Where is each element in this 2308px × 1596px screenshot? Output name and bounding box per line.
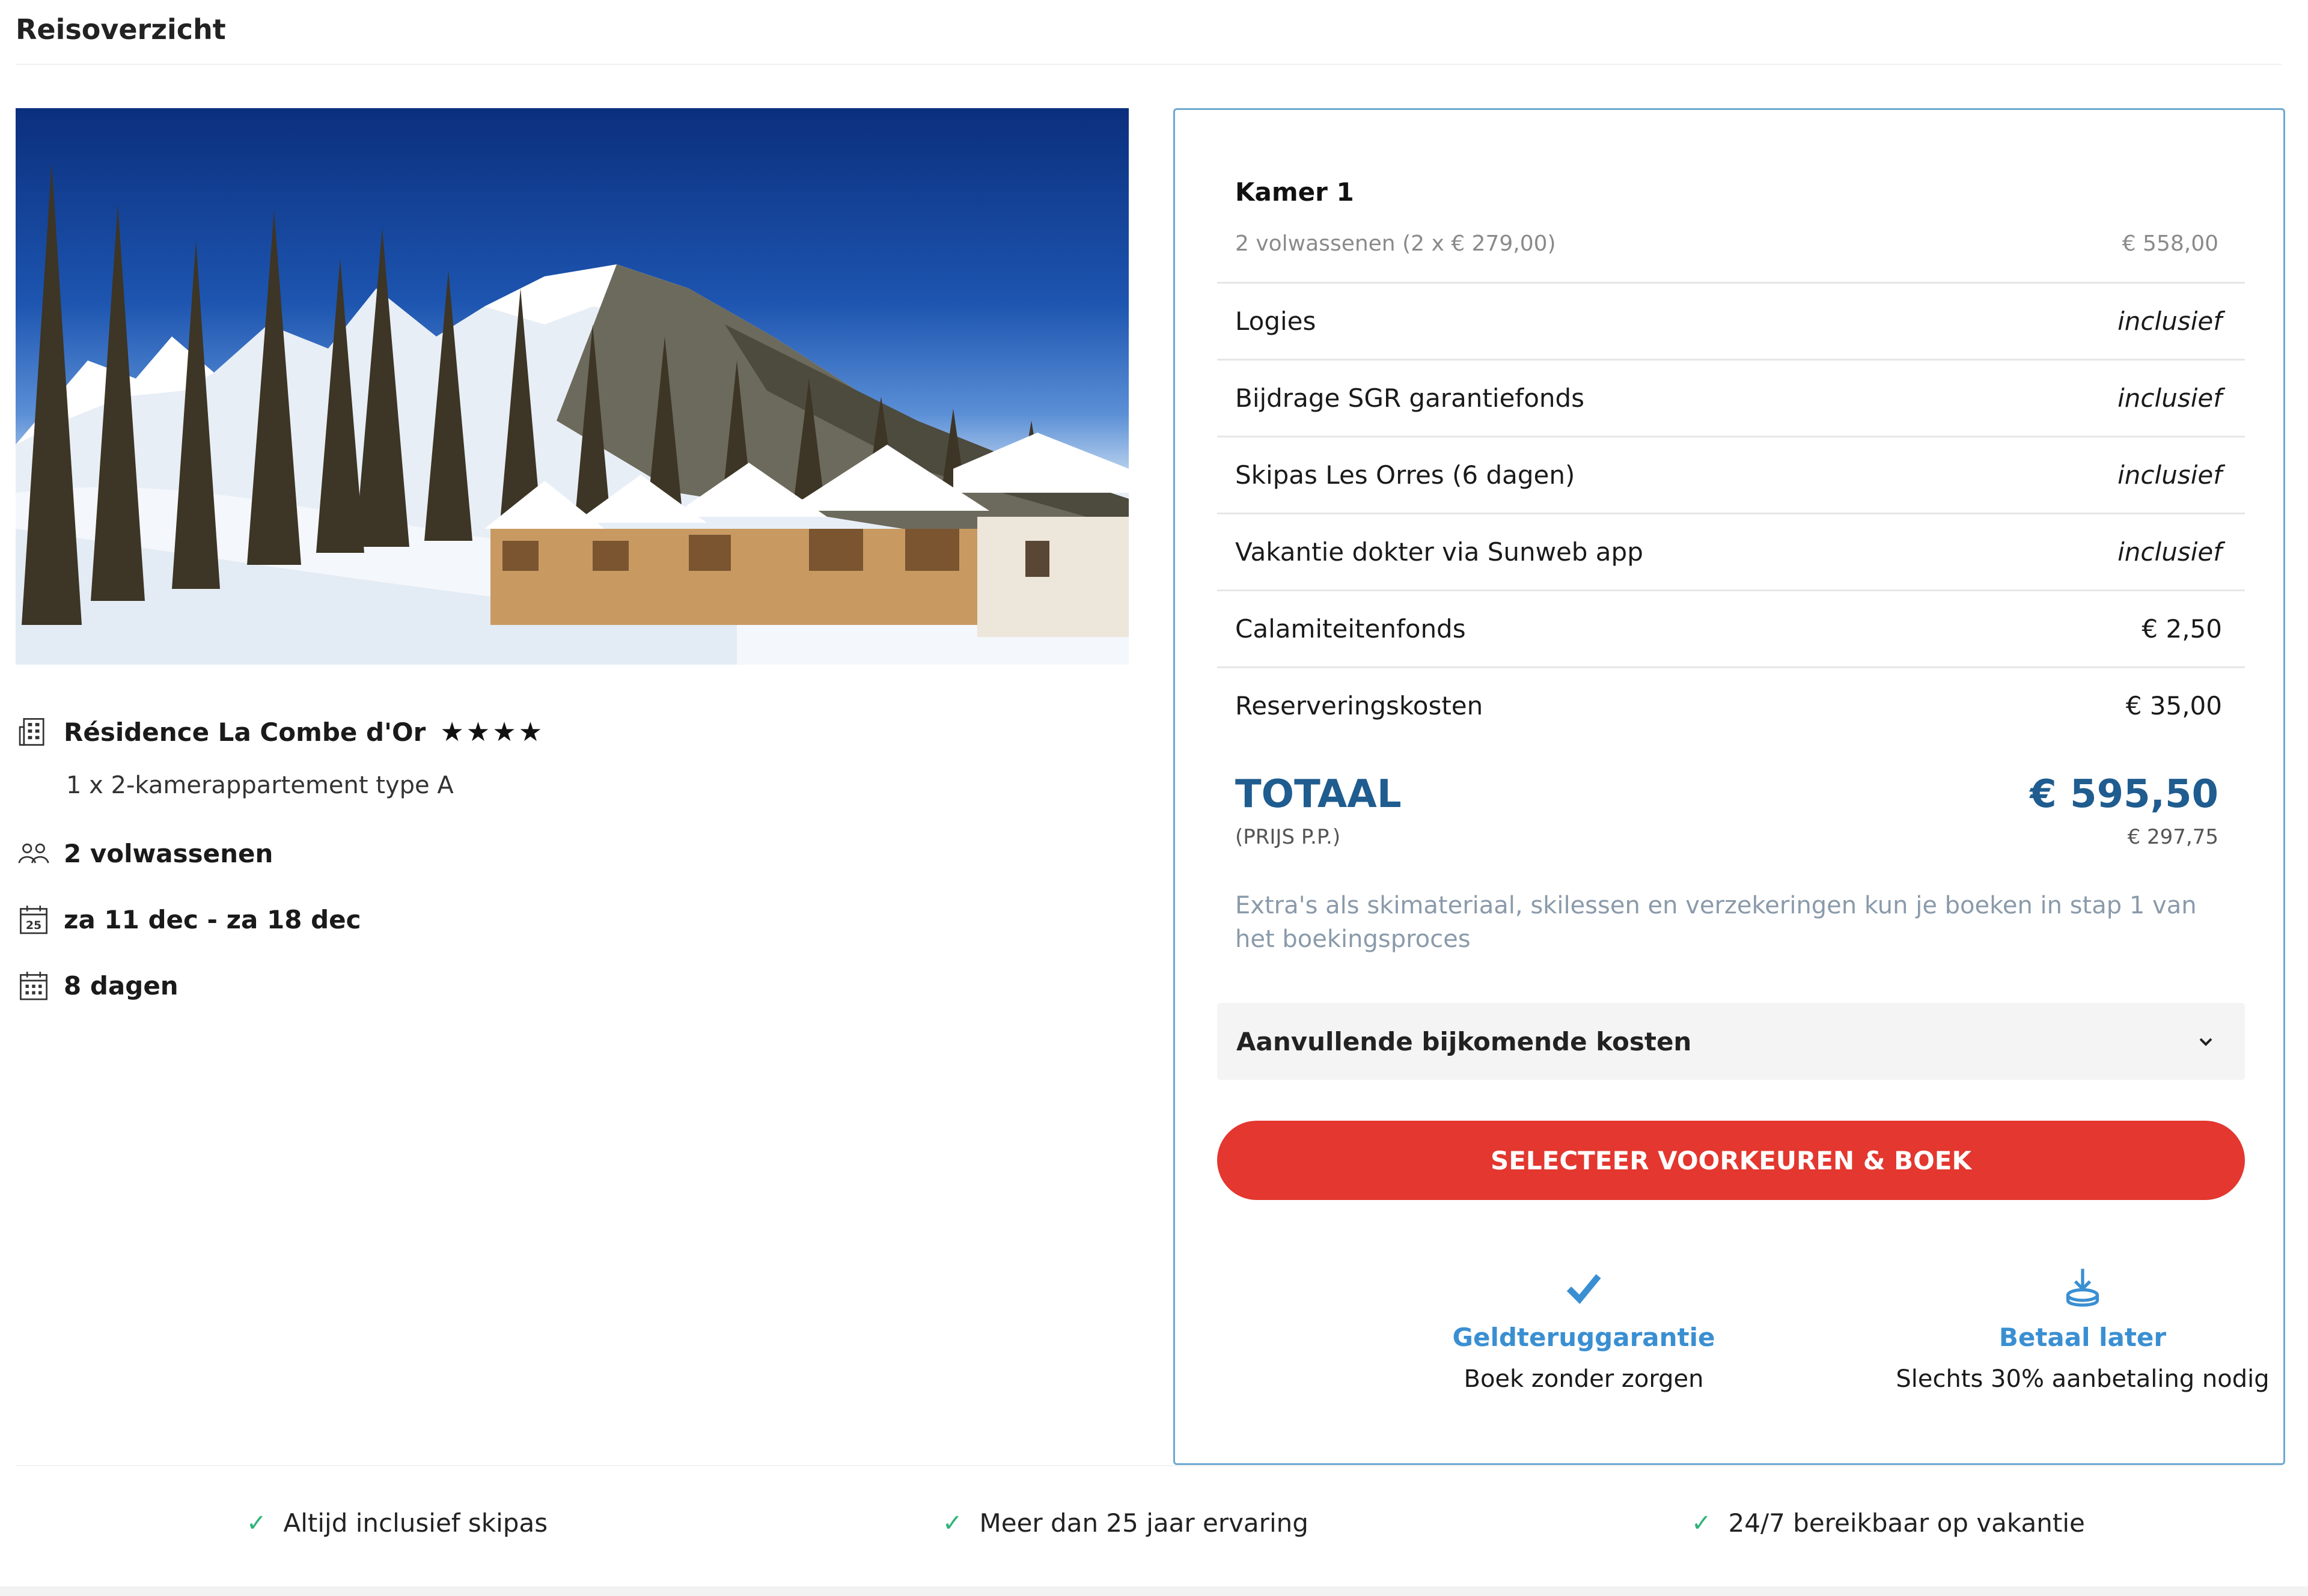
footer-usp: ✓ 24/7 bereikbaar op vakantie [1691,1508,2085,1538]
footer-usp-text: Altijd inclusief skipas [283,1508,548,1538]
usp-pay-later: Betaal later Slechts 30% aanbetaling nod… [1872,1264,2293,1393]
dates-text: za 11 dec - za 18 dec [64,904,361,934]
price-line-label: Logies [1235,306,1316,336]
people-icon [16,835,52,871]
calendar-day: 25 [26,919,41,932]
price-line-value: inclusief [2117,460,2222,490]
usp-subtitle: Slechts 30% aanbetaling nodig [1896,1365,2270,1393]
price-line-label: Skipas Les Orres (6 dagen) [1235,460,1575,490]
building-icon [16,714,52,750]
price-line-label: Bijdrage SGR garantiefonds [1235,383,1585,413]
price-line-label: Calamiteitenfonds [1235,614,1466,644]
extras-note: Extra's als skimateriaal, skilessen en v… [1235,892,2197,953]
total-label: TOTAAL [1235,772,1402,817]
room-subtitle: 2 volwassenen (2 x € 279,00) [1235,231,1556,256]
download-coin-icon [1872,1264,2293,1312]
duration-text: 8 dagen [64,970,179,1001]
price-line: Calamiteitenfonds € 2,50 [1217,589,2245,666]
page-title: Reisoverzicht [16,13,226,46]
price-line-value: inclusief [2117,537,2222,567]
room-subtotal: € 558,00 [2122,231,2218,256]
usp-money-back: Geldteruggarantie Boek zonder zorgen [1373,1264,1794,1393]
room-type: 1 x 2-kamerappartement type A [66,772,454,799]
check-icon: ✓ [1691,1509,1712,1537]
check-icon: ✓ [246,1509,267,1537]
footer-usp-text: Meer dan 25 jaar ervaring [979,1508,1308,1538]
select-preferences-book-button[interactable]: SELECTEER VOORKEUREN & BOEK [1217,1121,2245,1200]
chevron-down-icon [2197,1029,2215,1053]
dates-row: 25 za 11 dec - za 18 dec [16,901,361,937]
duration-row: 8 dagen [16,967,179,1004]
accommodation-photo [16,108,1129,665]
usp-title: Geldteruggarantie [1452,1323,1715,1352]
footer-usp-text: 24/7 bereikbaar op vakantie [1728,1508,2085,1538]
price-line: Bijdrage SGR garantiefonds inclusief [1217,359,2245,436]
footer-usp: ✓ Altijd inclusief skipas [246,1508,548,1538]
price-line-label: Reserveringskosten [1235,691,1483,720]
additional-costs-accordion[interactable]: Aanvullende bijkomende kosten [1217,1003,2245,1080]
accommodation-name: Résidence La Combe d'Or [64,717,426,747]
total-price: € 595,50 [2030,772,2218,817]
travellers-text: 2 volwassenen [64,838,273,868]
travellers-row: 2 volwassenen [16,835,273,871]
price-line-value: inclusief [2117,383,2222,413]
per-person-price: € 297,75 [2127,825,2218,849]
accommodation-name-row: Résidence La Combe d'Or ★★★★ [16,714,545,750]
header-divider [16,64,2282,65]
price-line-value: inclusief [2117,306,2222,336]
price-line-label: Vakantie dokter via Sunweb app [1235,537,1643,567]
usp-title: Betaal later [1998,1323,2167,1352]
footer-divider [16,1465,2282,1466]
calendar-icon: 25 [16,901,52,937]
price-line-value: € 2,50 [2142,614,2222,644]
per-person-label: (PRIJS P.P.) [1235,825,1341,849]
price-line: Skipas Les Orres (6 dagen) inclusief [1217,436,2245,513]
room-title: Kamer 1 [1235,177,1354,207]
check-icon: ✓ [942,1509,963,1537]
star-rating: ★★★★ [440,716,545,748]
price-line: Logies inclusief [1217,282,2245,359]
check-icon [1373,1264,1794,1312]
price-summary-panel: Kamer 1 2 volwassenen (2 x € 279,00) € 5… [1173,108,2285,1465]
price-line: Reserveringskosten € 35,00 [1217,666,2245,743]
price-line-value: € 35,00 [2125,691,2222,720]
footer-usp: ✓ Meer dan 25 jaar ervaring [942,1508,1308,1538]
calendar-grid-icon [16,967,52,1004]
bottom-bar [0,1586,2308,1596]
price-line: Vakantie dokter via Sunweb app inclusief [1217,513,2245,589]
usp-subtitle: Boek zonder zorgen [1464,1365,1704,1393]
accordion-label: Aanvullende bijkomende kosten [1236,1026,1692,1056]
